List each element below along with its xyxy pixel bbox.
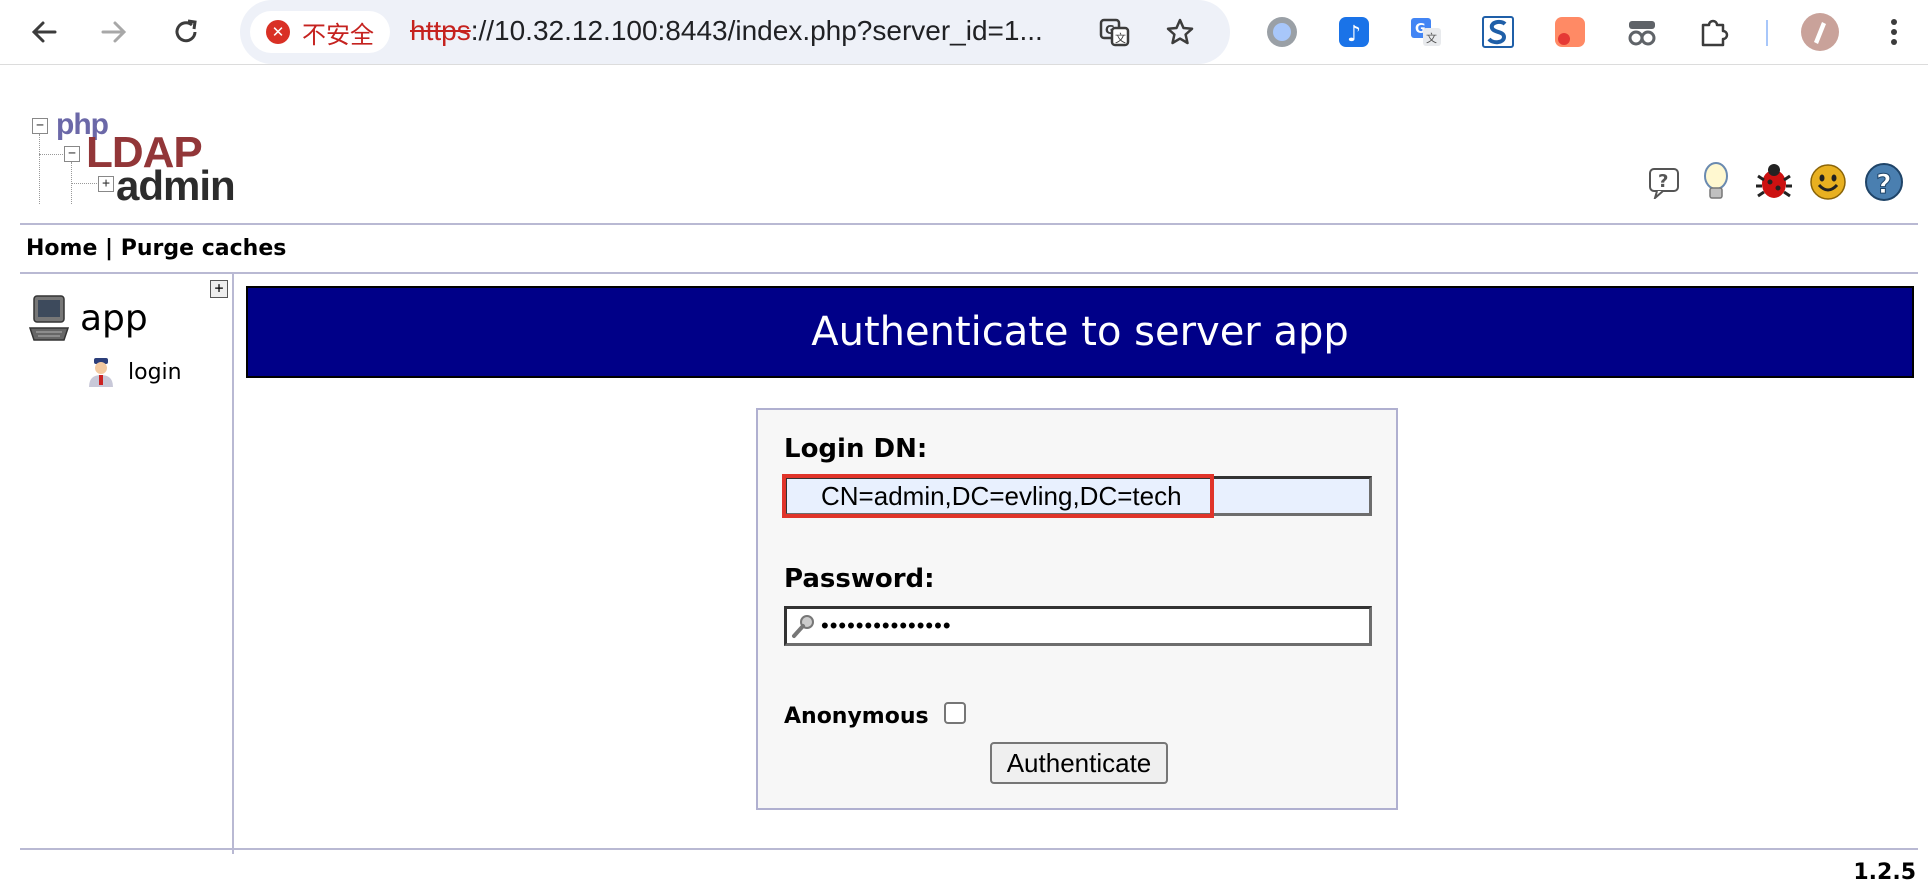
back-arrow-icon[interactable] [26,14,62,50]
extension-incognito-icon[interactable] [1622,12,1662,52]
toolbar-divider [1766,20,1768,46]
logo-admin: admin [116,162,236,209]
browser-toolbar: ✕ 不安全 https://10.32.12.100:8443/index.ph… [0,0,1928,65]
svg-text:文: 文 [1115,31,1126,45]
extension-translate-icon[interactable]: G文 [1406,12,1446,52]
key-magnifier-icon [792,615,814,638]
svg-text:文: 文 [1426,31,1437,45]
nav-rule [20,272,1918,274]
svg-text:?: ? [1876,169,1892,200]
nav-separator: | [105,236,114,261]
logo-collapse-box: − [64,146,80,162]
login-form: Login DN: CN=admin,DC=evling,DC=tech Pas… [756,408,1398,810]
anonymous-checkbox[interactable] [944,702,966,724]
login-label: login [128,359,182,385]
url-rest: ://10.32.12.100:8443/index.php?server_id… [470,15,1043,46]
authenticate-button[interactable]: Authenticate [990,742,1168,784]
security-chip[interactable]: ✕ 不安全 [250,11,390,53]
warning-icon: ✕ [266,20,290,44]
profile-avatar-icon[interactable] [1800,12,1840,52]
page-title: Authenticate to server app [246,286,1914,378]
help-icon[interactable]: ? [1644,160,1684,204]
footer-rule [20,848,1918,850]
password-input[interactable]: ••••••••••••••• [784,606,1372,646]
extension-s-icon[interactable] [1478,12,1518,52]
bookmark-star-icon[interactable] [1162,14,1198,50]
phpldapadmin-logo[interactable]: − − + php LDAP admin [28,108,238,209]
tree-login-node[interactable]: login [86,356,182,388]
tip-lightbulb-icon[interactable] [1696,160,1736,204]
question-icon[interactable]: ? [1864,160,1904,204]
translate-icon[interactable]: G文 [1096,14,1132,50]
server-tree: + app login [20,274,234,854]
address-bar[interactable]: ✕ 不安全 https://10.32.12.100:8443/index.ph… [240,0,1230,64]
anonymous-label: Anonymous [784,704,929,729]
tree-server-node[interactable]: app [28,294,148,342]
dn-highlight-box [782,474,1214,518]
password-value: ••••••••••••••• [821,613,952,638]
logo-collapse-box: − [32,118,48,134]
svg-text:?: ? [1658,171,1668,192]
password-label: Password: [784,564,935,594]
server-computer-icon [28,295,70,341]
expand-tree-button[interactable]: + [210,280,228,298]
puzzle-icon[interactable] [1694,12,1734,52]
logo-expand-box: + [98,176,114,192]
url-scheme: https [410,15,471,46]
home-link[interactable]: Home [26,236,97,261]
extension-circle-icon[interactable] [1262,12,1302,52]
smiley-icon[interactable] [1808,160,1848,204]
user-icon [89,358,113,387]
login-dn-label: Login DN: [784,434,928,464]
extension-rss-icon[interactable] [1550,12,1590,52]
purge-caches-link[interactable]: Purge caches [121,236,287,261]
reload-icon[interactable] [168,14,204,50]
url-text[interactable]: https://10.32.12.100:8443/index.php?serv… [410,15,1043,47]
forward-arrow-icon[interactable] [96,14,132,50]
svg-text:♪: ♪ [1347,22,1361,47]
bug-icon[interactable] [1752,160,1792,204]
version-label: 1.2.5 [1853,860,1916,885]
header-rule [20,223,1918,225]
extension-music-icon[interactable]: ♪ [1334,12,1374,52]
server-name: app [80,297,148,339]
top-nav: Home | Purge caches [26,236,286,261]
security-label: 不安全 [302,20,374,49]
menu-kebab-icon[interactable] [1874,12,1914,52]
